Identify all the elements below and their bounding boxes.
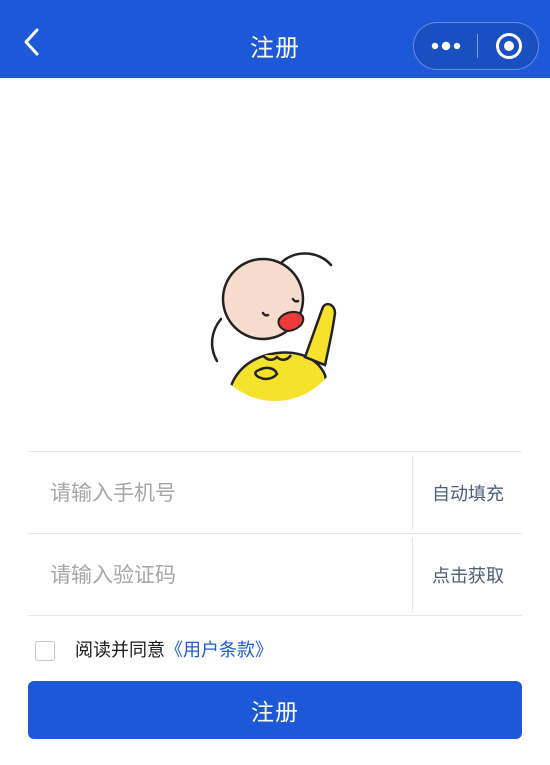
close-mini-program-button[interactable] xyxy=(478,23,539,69)
phone-input[interactable] xyxy=(50,472,405,514)
phone-row: 自动填充 xyxy=(28,451,522,533)
get-code-button[interactable]: 点击获取 xyxy=(414,534,522,616)
terms-link[interactable]: 《用户条款》 xyxy=(165,636,273,662)
code-row: 点击获取 xyxy=(28,533,522,616)
autofill-button[interactable]: 自动填充 xyxy=(414,452,522,534)
target-circle-icon xyxy=(495,33,522,59)
more-button[interactable] xyxy=(414,23,477,69)
nav-bar: 注册 xyxy=(0,0,550,78)
mini-program-capsule xyxy=(413,22,539,70)
verification-code-input[interactable] xyxy=(50,554,405,596)
more-dots-icon xyxy=(431,41,460,51)
row-divider xyxy=(412,456,413,530)
agreement-text: 阅读并同意 xyxy=(75,640,165,661)
register-button[interactable]: 注册 xyxy=(28,681,522,739)
register-page: 注册 请输入手机号 自动填充 请输入验证码 点击获取 阅读并同意 《用户条款》 … xyxy=(0,0,550,765)
agreement-checkbox[interactable] xyxy=(35,641,55,661)
row-divider xyxy=(412,538,413,612)
cartoon-baby-avatar xyxy=(210,252,337,401)
agreement-row: 阅读并同意 《用户条款》 xyxy=(35,634,273,664)
